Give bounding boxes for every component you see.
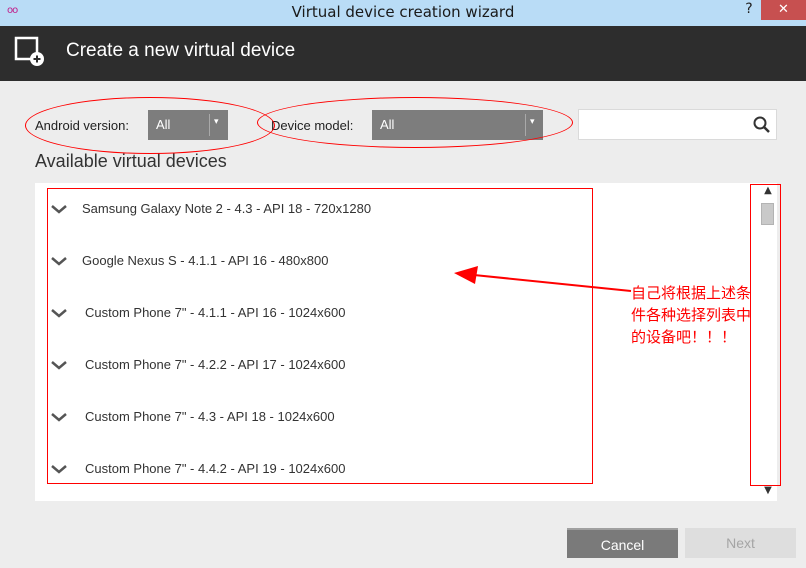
device-label: Custom Phone 7" - 4.4.2 - API 19 - 1024x… bbox=[85, 461, 346, 476]
next-button[interactable]: Next bbox=[685, 528, 796, 558]
device-label: Samsung Galaxy Note 2 - 4.3 - API 18 - 7… bbox=[82, 201, 372, 216]
scrollbar-thumb[interactable] bbox=[761, 203, 774, 225]
annotation-note: 自己将根据上述条件各种选择列表中的设备吧！！！ bbox=[631, 284, 752, 346]
search-icon[interactable] bbox=[752, 115, 772, 135]
list-item[interactable]: Samsung Galaxy Note 2 - 4.3 - API 18 - 7… bbox=[49, 194, 609, 224]
window-titlebar: oo Virtual device creation wizard ? ✕ bbox=[0, 0, 806, 26]
device-label: Custom Phone 7" - 4.2.2 - API 17 - 1024x… bbox=[85, 357, 346, 372]
wizard-title: Create a new virtual device bbox=[66, 40, 296, 61]
device-label: Custom Phone 7" - 4.1.1 - API 16 - 1024x… bbox=[85, 305, 346, 320]
cancel-button[interactable]: Cancel bbox=[567, 528, 678, 558]
wizard-header: Create a new virtual device bbox=[0, 26, 806, 81]
device-model-value: All bbox=[380, 117, 395, 132]
section-title: Available virtual devices bbox=[35, 151, 227, 171]
android-version-value: All bbox=[156, 117, 171, 132]
list-item[interactable]: Custom Phone 7" - 4.2.2 - API 17 - 1024x… bbox=[49, 350, 609, 380]
window-title: Virtual device creation wizard bbox=[291, 3, 515, 21]
help-button[interactable]: ? bbox=[740, 1, 758, 23]
list-item[interactable]: Custom Phone 7" - 4.4.2 - API 19 - 1024x… bbox=[49, 454, 609, 484]
chevron-down-icon[interactable] bbox=[49, 358, 69, 372]
chevron-down-icon[interactable] bbox=[49, 410, 69, 424]
dropdown-separator bbox=[525, 114, 526, 136]
device-model-label: Device model: bbox=[271, 118, 354, 133]
scroll-up-icon[interactable]: ▲ bbox=[757, 185, 779, 199]
android-version-label: Android version: bbox=[35, 118, 129, 133]
close-button[interactable]: ✕ bbox=[761, 0, 806, 20]
chevron-down-icon: ▾ bbox=[530, 116, 535, 126]
chevron-down-icon[interactable] bbox=[49, 306, 69, 320]
search-field[interactable] bbox=[578, 109, 777, 140]
annotation-arrow-icon bbox=[454, 266, 632, 292]
chevron-down-icon[interactable] bbox=[49, 254, 69, 268]
search-input[interactable] bbox=[583, 114, 743, 136]
device-label: Custom Phone 7" - 4.3 - API 18 - 1024x60… bbox=[85, 409, 335, 424]
chevron-down-icon[interactable] bbox=[49, 202, 69, 216]
chevron-down-icon: ▾ bbox=[214, 116, 219, 126]
add-device-icon bbox=[14, 36, 44, 66]
scroll-down-icon[interactable]: ▼ bbox=[757, 485, 779, 499]
device-label: Google Nexus S - 4.1.1 - API 16 - 480x80… bbox=[82, 253, 329, 268]
list-item[interactable]: Custom Phone 7" - 4.1.1 - API 16 - 1024x… bbox=[49, 298, 609, 328]
chevron-down-icon[interactable] bbox=[49, 462, 69, 476]
device-model-dropdown[interactable]: All ▾ bbox=[372, 110, 543, 140]
list-item[interactable]: Custom Phone 7" - 4.3 - API 18 - 1024x60… bbox=[49, 402, 609, 432]
device-list-scrollbar[interactable]: ▲ ▼ bbox=[757, 183, 779, 501]
android-version-dropdown[interactable]: All ▾ bbox=[148, 110, 228, 140]
dropdown-separator bbox=[209, 114, 210, 136]
